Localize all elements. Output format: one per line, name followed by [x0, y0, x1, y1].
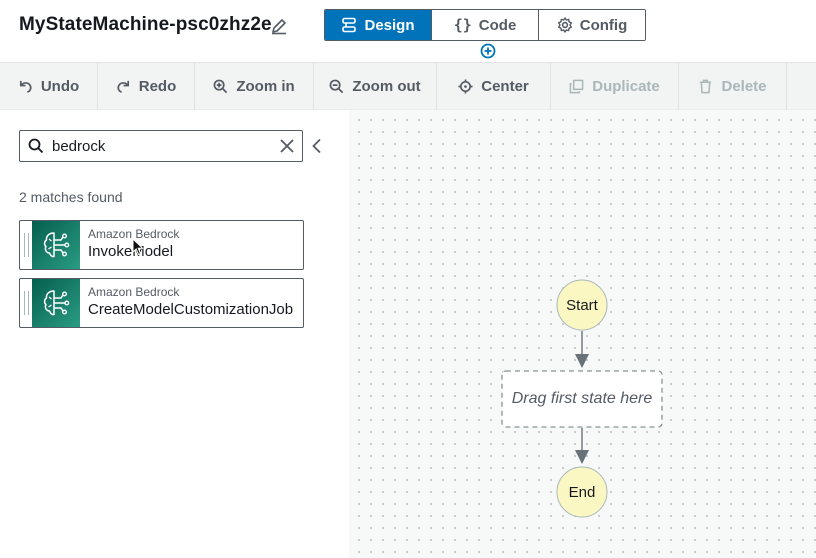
tab-design-label: Design — [364, 16, 415, 34]
drag-handle-icon[interactable] — [24, 291, 29, 315]
view-mode-tabs: Design {} Code Config — [324, 9, 646, 41]
undo-icon — [19, 80, 32, 93]
delete-button[interactable]: Delete — [679, 63, 787, 110]
bedrock-service-icon — [32, 279, 80, 327]
zoom-in-button[interactable]: Zoom in — [195, 63, 314, 110]
start-node-label: Start — [566, 297, 598, 314]
zoom-in-label: Zoom in — [236, 78, 295, 95]
tab-config-label: Config — [579, 16, 628, 34]
card-action-name: CreateModelCustomizationJob — [88, 301, 294, 318]
toolbar-spacer — [787, 63, 816, 109]
zoom-out-label: Zoom out — [352, 78, 421, 95]
search-input[interactable] — [52, 136, 272, 156]
toolbar: Undo Redo Zoom in Zoom out Center Duplic… — [0, 62, 816, 110]
design-icon — [342, 17, 357, 33]
crosshair-icon — [458, 79, 473, 94]
redo-label: Redo — [138, 78, 177, 95]
states-browser-panel: 2 matches found Amazon Bedrock InvokeMod… — [0, 110, 349, 558]
duplicate-icon — [569, 79, 584, 94]
delete-label: Delete — [721, 78, 767, 95]
card-action-name: InvokeModel — [88, 243, 174, 260]
card-service-name: Amazon Bedrock — [88, 285, 180, 299]
trash-icon — [700, 79, 712, 94]
state-card-invoke-model[interactable]: Amazon Bedrock InvokeModel — [19, 220, 304, 270]
header: MyStateMachine-psc0zhz2e Design {} Code … — [0, 0, 816, 62]
close-icon[interactable] — [279, 138, 295, 154]
redo-button[interactable]: Redo — [98, 63, 195, 110]
tab-config[interactable]: Config — [539, 10, 645, 40]
zoom-out-icon — [329, 79, 344, 94]
code-braces-icon: {} — [453, 16, 472, 34]
drag-handle-icon[interactable] — [24, 233, 29, 257]
add-circle-icon[interactable] — [480, 43, 496, 59]
tab-code-label: Code — [478, 16, 517, 34]
state-card-create-model-customization-job[interactable]: Amazon Bedrock CreateModelCustomizationJ… — [19, 278, 304, 328]
end-node-label: End — [568, 484, 596, 501]
undo-button[interactable]: Undo — [0, 63, 98, 110]
redo-icon — [117, 80, 129, 93]
zoom-out-button[interactable]: Zoom out — [314, 63, 437, 110]
matches-count: 2 matches found — [19, 189, 123, 205]
duplicate-button[interactable]: Duplicate — [551, 63, 679, 110]
search-icon — [28, 138, 44, 154]
gear-icon — [557, 17, 572, 33]
search-box — [19, 130, 303, 162]
center-button[interactable]: Center — [437, 63, 551, 110]
tab-design[interactable]: Design — [325, 10, 432, 40]
state-machine-title: MyStateMachine-psc0zhz2e — [19, 14, 272, 35]
drop-zone-label: Drag first state here — [511, 390, 653, 407]
undo-label: Undo — [40, 78, 80, 95]
center-label: Center — [481, 78, 529, 95]
tab-code[interactable]: {} Code — [432, 10, 539, 40]
chevron-left-icon[interactable] — [310, 138, 324, 154]
zoom-in-icon — [213, 79, 228, 94]
pencil-edit-icon[interactable] — [270, 17, 288, 35]
duplicate-label: Duplicate — [592, 78, 660, 95]
workflow-canvas[interactable]: Start Drag first state here End — [349, 110, 816, 558]
bedrock-service-icon — [32, 221, 80, 269]
card-service-name: Amazon Bedrock — [88, 227, 180, 241]
